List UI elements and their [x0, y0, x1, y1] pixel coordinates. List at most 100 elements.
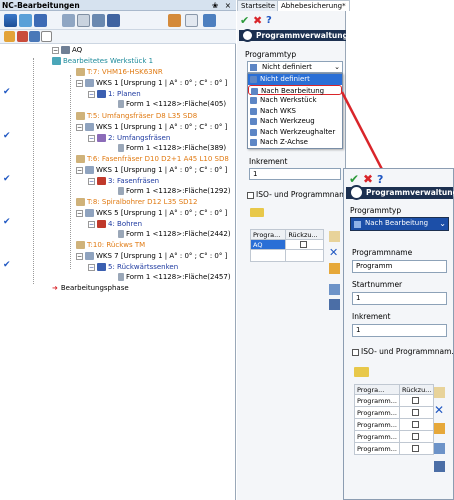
- tree-operation[interactable]: −1: Planen: [88, 89, 141, 99]
- cancel-icon[interactable]: ✖: [253, 14, 262, 27]
- export-icon[interactable]: [203, 14, 216, 27]
- postprocess-icon[interactable]: [62, 14, 75, 27]
- option-not-defined[interactable]: Nicht definiert: [248, 74, 342, 85]
- confirm-icon[interactable]: ✔: [349, 172, 359, 186]
- option-by-workpiece[interactable]: Nach Werkstück: [248, 95, 342, 106]
- panel-window-controls[interactable]: ❀ ×: [212, 0, 233, 11]
- retract-checkbox[interactable]: [412, 445, 420, 452]
- tree-operation[interactable]: −4: Bohren: [88, 219, 142, 229]
- delete-icon[interactable]: ✕: [434, 404, 445, 416]
- tree-tool[interactable]: T:5: Umfangsfräser D8 L35 SD8: [76, 111, 197, 121]
- grid-cell[interactable]: Programm...: [354, 394, 400, 407]
- option-by-toolholder[interactable]: Nach Werkzeughalter: [248, 127, 342, 138]
- move-icon[interactable]: [29, 31, 40, 42]
- inkrement-input[interactable]: 1: [352, 324, 447, 337]
- tree-workpiece[interactable]: Bearbeitetes Werkstück 1: [52, 56, 153, 66]
- tree-operation[interactable]: −3: Fasenfräsen: [88, 176, 159, 186]
- list-icon[interactable]: [41, 31, 52, 42]
- tree-tool[interactable]: T:7: VHM16-HSK63NR: [76, 67, 163, 77]
- delete-icon[interactable]: [17, 31, 28, 42]
- tree-tool[interactable]: T:6: Fasenfräser D10 D2+1 A45 L10 SD8: [76, 154, 229, 164]
- tree-operation[interactable]: −2: Umfangsfräsen: [88, 133, 170, 143]
- retract-checkbox[interactable]: [300, 241, 308, 248]
- options-icon[interactable]: [185, 14, 198, 27]
- table-row[interactable]: Programm...: [354, 418, 435, 431]
- retract-checkbox[interactable]: [412, 397, 420, 404]
- document-icon[interactable]: [77, 14, 90, 27]
- programmtyp-dropdown[interactable]: Nicht definiert Nach Bearbeitung Nach We…: [247, 73, 343, 149]
- retract-checkbox[interactable]: [412, 421, 420, 428]
- tree-form[interactable]: Form 1 <1128>:Fläche(405): [118, 99, 226, 109]
- grid-header[interactable]: Progra...: [354, 384, 400, 395]
- option-by-tool[interactable]: Nach Werkzeug: [248, 116, 342, 127]
- grid-header[interactable]: Rückzu...: [398, 384, 435, 395]
- checkmark-icon: ✔: [3, 131, 11, 141]
- tree-phase[interactable]: ➜ Bearbeitungsphase: [52, 283, 129, 293]
- tree-wks[interactable]: − WKS 5 [Ursprung 1 | A° : 0° ; C° : 0° ]: [76, 208, 227, 218]
- tree-wks[interactable]: − WKS 1 [Ursprung 1 | A° : 0° ; C° : 0° ]: [76, 165, 227, 175]
- grid-header[interactable]: Progra...: [249, 229, 287, 240]
- grid-cell[interactable]: Programm...: [354, 406, 400, 419]
- tab-startseite[interactable]: Startseite: [237, 0, 280, 11]
- grid-cell[interactable]: Programm...: [354, 442, 400, 455]
- iso-checkbox-row[interactable]: ISO- und Programmnam...: [352, 347, 454, 356]
- number-icon[interactable]: [329, 299, 340, 310]
- sort-icon[interactable]: [434, 443, 445, 454]
- iso-checkbox[interactable]: [352, 348, 359, 356]
- confirm-icon[interactable]: ✔: [240, 14, 249, 27]
- add-icon[interactable]: [329, 231, 340, 242]
- tree-root[interactable]: − AQ: [52, 45, 82, 55]
- grid-cell[interactable]: Programm...: [354, 418, 400, 431]
- number-icon[interactable]: [434, 461, 445, 472]
- help-icon[interactable]: ?: [266, 15, 272, 26]
- calculate-icon[interactable]: [4, 14, 17, 27]
- cancel-icon[interactable]: ✖: [363, 172, 373, 186]
- tree-wks[interactable]: − WKS 1 [Ursprung 1 | A° : 0° ; C° : 0° ]: [76, 122, 227, 132]
- tree-form[interactable]: Form 1 <1128>:Fläche(2457): [118, 272, 231, 282]
- new-program-icon[interactable]: [354, 367, 369, 377]
- table-row[interactable]: Programm...: [354, 394, 435, 407]
- option-by-z-axis[interactable]: Nach Z-Achse: [248, 137, 342, 148]
- tree-wks[interactable]: − WKS 1 [Ursprung 1 | A° : 0° ; C° : 0° ]: [76, 78, 227, 88]
- table-row[interactable]: Programm...: [354, 406, 435, 419]
- chevron-down-icon[interactable]: ⌄: [334, 62, 340, 72]
- tab-abhebesicherung[interactable]: Abhebesicherung*: [277, 0, 350, 11]
- grid-header[interactable]: Rückzu...: [285, 229, 324, 240]
- programmtyp-select[interactable]: Nach Bearbeitung ⌄: [350, 217, 449, 231]
- help-icon[interactable]: ?: [377, 173, 383, 186]
- tree-form[interactable]: Form 1 <1128>:Fläche(1292): [118, 186, 231, 196]
- option-by-wks[interactable]: Nach WKS: [248, 106, 342, 117]
- option-by-operation[interactable]: Nach Bearbeitung: [248, 84, 342, 95]
- iso-checkbox[interactable]: [247, 191, 254, 199]
- table-row[interactable]: Programm...: [354, 430, 435, 443]
- retract-checkbox[interactable]: [412, 433, 420, 440]
- add-icon[interactable]: [434, 387, 445, 398]
- chevron-down-icon[interactable]: ⌄: [439, 219, 446, 229]
- new-program-icon[interactable]: [250, 208, 264, 217]
- edit-icon[interactable]: [329, 263, 340, 274]
- table-row[interactable]: Programm...: [354, 442, 435, 455]
- tree-form[interactable]: Form 1 <1128>:Fläche(389): [118, 143, 226, 153]
- folder-icon[interactable]: [4, 31, 15, 42]
- simulate-icon[interactable]: [19, 14, 32, 27]
- sort-icon[interactable]: [329, 284, 340, 295]
- table-row[interactable]: AQ: [249, 239, 324, 250]
- tree-form[interactable]: Form 1 <1128>:Fläche(2442): [118, 229, 231, 239]
- machine-icon[interactable]: [34, 14, 47, 27]
- tree-tool[interactable]: T:8: Spiralbohrer D12 L35 SD12: [76, 197, 197, 207]
- grid-cell[interactable]: AQ: [249, 239, 287, 250]
- programmtyp-select[interactable]: Nicht definiert ⌄: [247, 61, 343, 73]
- inkrement-input[interactable]: 1: [249, 168, 341, 180]
- programmname-input[interactable]: Programm: [352, 260, 447, 273]
- tool-icon[interactable]: [92, 14, 105, 27]
- retract-checkbox[interactable]: [412, 409, 420, 416]
- refresh-icon[interactable]: [168, 14, 181, 27]
- edit-icon[interactable]: [434, 423, 445, 434]
- tree-operation[interactable]: −5: Rückwärtssenken: [88, 262, 178, 272]
- grid-cell[interactable]: Programm...: [354, 430, 400, 443]
- startnummer-input[interactable]: 1: [352, 292, 447, 305]
- settings-icon[interactable]: [107, 14, 120, 27]
- tree-wks[interactable]: − WKS 7 [Ursprung 1 | A° : 0° ; C° : 0° ]: [76, 251, 227, 261]
- delete-icon[interactable]: ✕: [329, 247, 340, 258]
- tree-tool[interactable]: T:10: Rückws TM: [76, 240, 145, 250]
